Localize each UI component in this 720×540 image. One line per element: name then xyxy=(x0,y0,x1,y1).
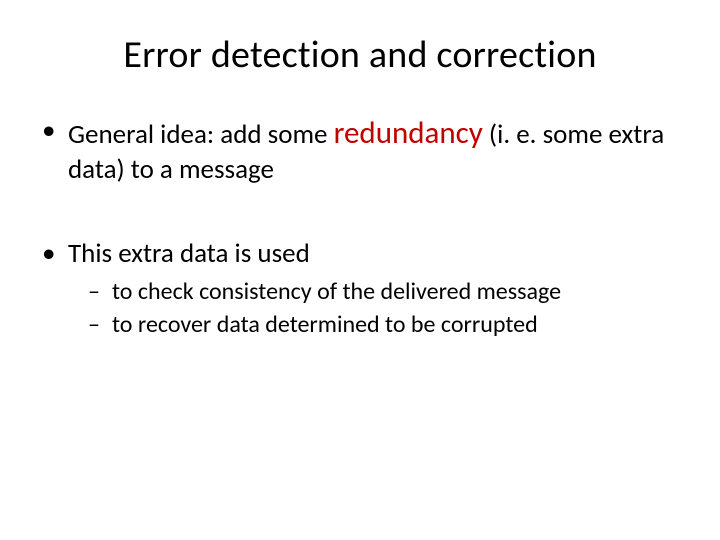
bullet-text: This extra data is used xyxy=(68,237,310,270)
bullet-item: This extra data is used to check consist… xyxy=(40,237,680,341)
slide-title: Error detection and correction xyxy=(40,32,680,78)
sub-bullet-list: to check consistency of the delivered me… xyxy=(88,276,680,340)
bullet-keyword: redundancy xyxy=(334,114,483,152)
sub-bullet-item: to check consistency of the delivered me… xyxy=(88,276,680,307)
bullet-text-prefix: General idea: add some xyxy=(68,118,334,151)
bullet-list: General idea: add some redundancy (i. e.… xyxy=(40,114,680,341)
bullet-item: General idea: add some redundancy (i. e.… xyxy=(40,114,680,187)
slide: Error detection and correction General i… xyxy=(0,0,720,540)
sub-bullet-item: to recover data determined to be corrupt… xyxy=(88,309,680,340)
